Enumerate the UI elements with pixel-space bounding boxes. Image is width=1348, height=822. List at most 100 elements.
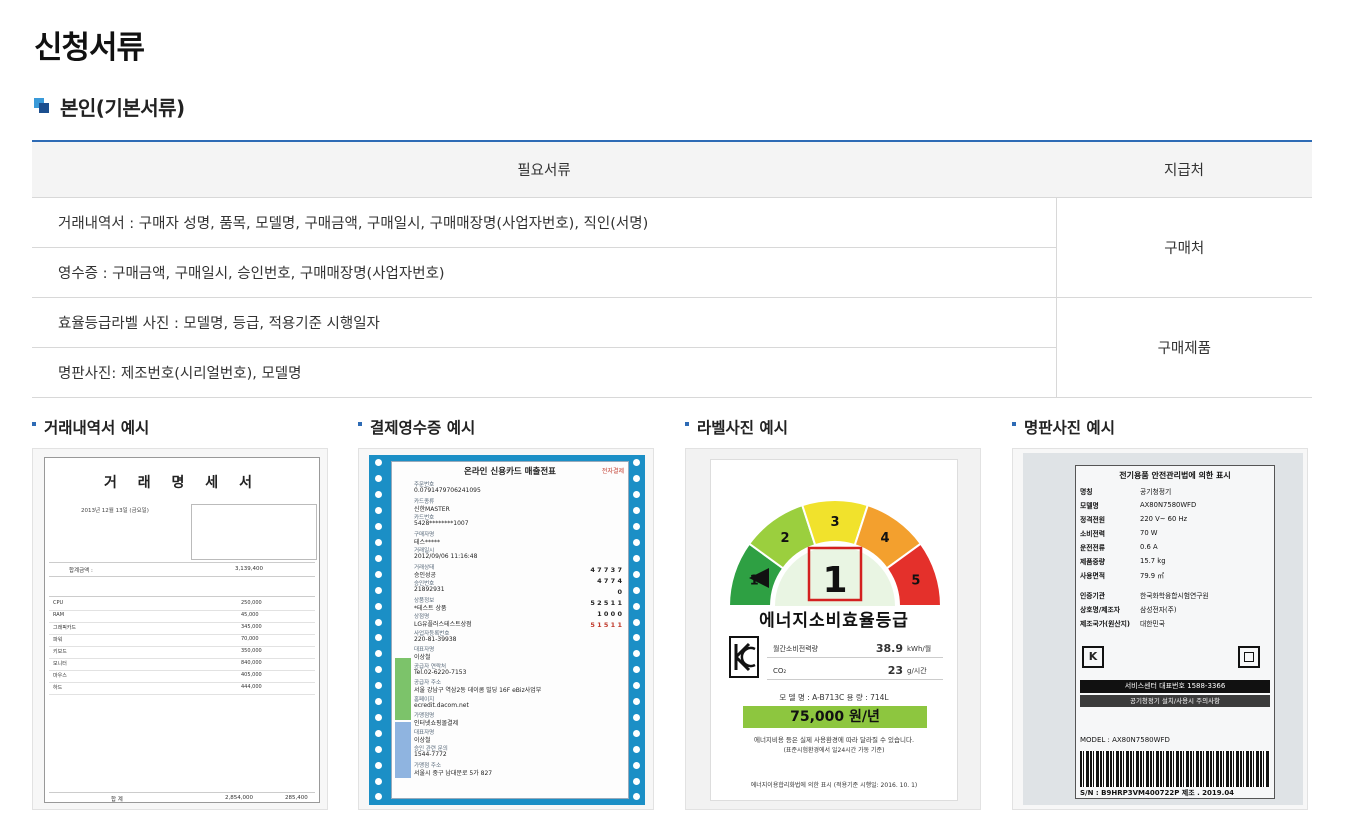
label-row-value: 38.9 (875, 642, 903, 655)
section-bullet-icon (34, 98, 50, 114)
slip-field-value: 이상철 (414, 736, 431, 744)
invoice-item-name: 모니터 (53, 661, 67, 667)
document-cell: 명판사진: 제조번호(시리얼번호), 모델명 (32, 347, 1056, 398)
label-row-value: 23 (887, 664, 903, 677)
plate-row-key: 모델명 (1080, 501, 1099, 510)
plate-row-key: 명칭 (1080, 487, 1093, 496)
slip-field-value: 220-81-39938 (414, 635, 457, 643)
bullet-icon (685, 422, 689, 426)
plate-notice: 공기청정기 설치/사용시 주의사항 (1080, 695, 1270, 707)
plate-row-value: 한국화학융합시험연구원 (1140, 591, 1209, 600)
example-title: 명판사진 예시 (1024, 419, 1115, 437)
label-annual-cost: 75,000 원/년 (743, 706, 927, 728)
slip-field-value: 신한MASTER (414, 505, 450, 513)
label-model: 모 델 명 : A-B713C 용 량 : 714L (779, 693, 889, 702)
slip-field-value: 0.0791479706241095 (414, 487, 481, 494)
examples-section: 거래내역서 예시 거 래 명 세 서 2013년 12월 13일 (금요일) 합… (32, 416, 1312, 816)
label-note-sub: (표준시험환경에서 일24시간 가동 기준) (783, 747, 885, 754)
invoice-example-image: 거 래 명 세 서 2013년 12월 13일 (금요일) 합계금액 : 3,1… (32, 448, 328, 810)
plate-row: 운전전류 0.6 A (1080, 540, 1270, 553)
slip-field-value: 테스***** (414, 538, 441, 546)
slip-field-value: 인터넷쇼핑몰결제 (414, 720, 459, 727)
slip-field-value: ecredit.dacom.net (414, 701, 469, 709)
gauge-grade-label: 5 (911, 574, 920, 589)
supplier-box (191, 504, 317, 560)
plate-row-key: 제조국가(원산지) (1080, 619, 1130, 628)
section-header: 본인(기본서류) (34, 92, 185, 120)
table-row: 거래내역서 : 구매자 성명, 품목, 모델명, 구매금액, 구매일시, 구매매… (32, 197, 1312, 298)
plate-row-value: 220 V~ 60 Hz (1140, 514, 1188, 523)
invoice-item-name: CPU (53, 600, 64, 606)
example-title: 결제영수증 예시 (370, 419, 476, 437)
table-row: 효율등급라벨 사진 : 모델명, 등급, 적용기준 시행일자 구매제품 (32, 297, 1312, 398)
header-destination: 지급처 (1056, 141, 1312, 198)
label-row-label: CO₂ (773, 666, 787, 675)
plate-row-value: 70 W (1140, 528, 1158, 537)
nameplate-background: 전기용품 안전관리법에 의한 표시 명칭 공기청정기 모델명 AX80N7580WFD… (1023, 453, 1303, 805)
gauge-grade-label: 4 (880, 531, 889, 546)
invoice-item-amount: 444,000 (241, 684, 262, 690)
plate-row: 사용면적 79.9 ㎡ (1080, 568, 1270, 581)
slip-title: 온라인 신용카드 매출전표 (464, 467, 556, 477)
card-slip-background: 온라인 신용카드 매출전표 전자결제 주문번호 0.079147970624109… (369, 455, 645, 805)
plate-row-key: 인증기관 (1080, 591, 1106, 600)
slip-field-value: 2012/09/06 11:16:48 (414, 553, 478, 560)
plate-row-value: 15.7 kg (1140, 556, 1166, 565)
slip-field-value: 서울시 중구 남대문로 5가 827 (414, 769, 493, 777)
invoice-item-name: 마우스 (53, 673, 67, 679)
invoice-example: 거래내역서 예시 거 래 명 세 서 2013년 12월 13일 (금요일) 합… (32, 416, 328, 810)
plate-row: 소비전력 70 W (1080, 526, 1270, 539)
invoice-sum-amount: 2,854,000 (225, 795, 253, 801)
plate-row: 상호명/제조자 삼성전자(주) (1080, 602, 1270, 615)
destination-cell: 구매처 (1055, 197, 1312, 298)
slip-field-value: 1544-7772 (414, 751, 447, 758)
page-title: 신청서류 (34, 30, 145, 66)
invoice-item-amount: 840,000 (241, 660, 262, 666)
document-cell: 거래내역서 : 구매자 성명, 품목, 모델명, 구매금액, 구매일시, 구매매… (32, 197, 1056, 248)
slip-amount: 4 7 7 4 (597, 577, 622, 585)
label-row-label: 월간소비전력량 (773, 644, 819, 653)
current-grade: 1 (822, 560, 847, 601)
invoice-item-amount: 350,000 (241, 648, 262, 654)
invoice-item-name: RAM (53, 612, 65, 618)
plate-row-value: 79.9 ㎡ (1140, 571, 1165, 580)
slip-field-value: LG유플러스테스트상점 (414, 621, 472, 628)
header-documents: 필요서류 (32, 141, 1056, 198)
slip-amount: 5 2 5 1 1 (590, 599, 622, 607)
invoice-sum-label: 합 계 (111, 797, 123, 803)
required-documents-table: 필요서류 지급처 거래내역서 : 구매자 성명, 품목, 모델명, 구매금액, … (32, 140, 1312, 398)
plate-row-key: 소비전력 (1080, 529, 1106, 538)
invoice-item-amount: 45,000 (241, 612, 259, 618)
bullet-icon (358, 422, 362, 426)
barcode-icon (1080, 751, 1270, 787)
slip-amount: 1 0 0 0 (597, 610, 622, 618)
label-row: 월간소비전력량 38.9 kWh/월 (767, 640, 943, 658)
plate-row: 정격전원 220 V~ 60 Hz (1080, 512, 1270, 525)
plate-row: 명칭 공기청정기 (1080, 484, 1270, 497)
receipt-example-image: 온라인 신용카드 매출전표 전자결제 주문번호 0.079147970624109… (358, 448, 654, 810)
slip-field-value: Tel.02-6220-7153 (414, 668, 467, 676)
nameplate-example-image: 전기용품 안전관리법에 의한 표시 명칭 공기청정기 모델명 AX80N7580WFD… (1012, 448, 1308, 810)
invoice-total-amount: 3,139,400 (235, 566, 263, 572)
energy-label: 123451 에너지소비효율등급 월간소비전력량 38.9 kWh/월 CO₂ 23 g/… (710, 459, 958, 801)
invoice-item-line (49, 682, 315, 683)
example-title: 거래내역서 예시 (44, 419, 150, 437)
plate-row: 제품중량 15.7 kg (1080, 554, 1270, 567)
bullet-icon (32, 422, 36, 426)
table-header-row: 필요서류 지급처 (32, 141, 1312, 198)
label-example-image: 123451 에너지소비효율등급 월간소비전력량 38.9 kWh/월 CO₂ 23 g/… (685, 448, 981, 810)
slip-amount: 0 (617, 588, 622, 596)
plate-row-key: 사용면적 (1080, 571, 1106, 580)
plate-row-key: 제품중량 (1080, 557, 1106, 566)
gauge-grade-label: 3 (830, 515, 839, 530)
plate-row: 모델명 AX80N7580WFD (1080, 498, 1270, 511)
plate-row-value: 삼성전자(주) (1140, 605, 1177, 614)
plate-row-key: 운전전류 (1080, 543, 1106, 552)
label-row-unit: kWh/월 (907, 644, 932, 653)
grade-text: 에너지소비효율등급 (759, 611, 909, 631)
slip-field-value: 5428********1007 (414, 520, 469, 527)
invoice-item-line (49, 622, 315, 623)
kc-mark-icon: K (1082, 646, 1104, 668)
invoice-sum-tax: 285,400 (285, 795, 308, 801)
label-note: 에너지비용 등은 실제 사용환경에 따라 달라질 수 있습니다. (753, 736, 915, 744)
